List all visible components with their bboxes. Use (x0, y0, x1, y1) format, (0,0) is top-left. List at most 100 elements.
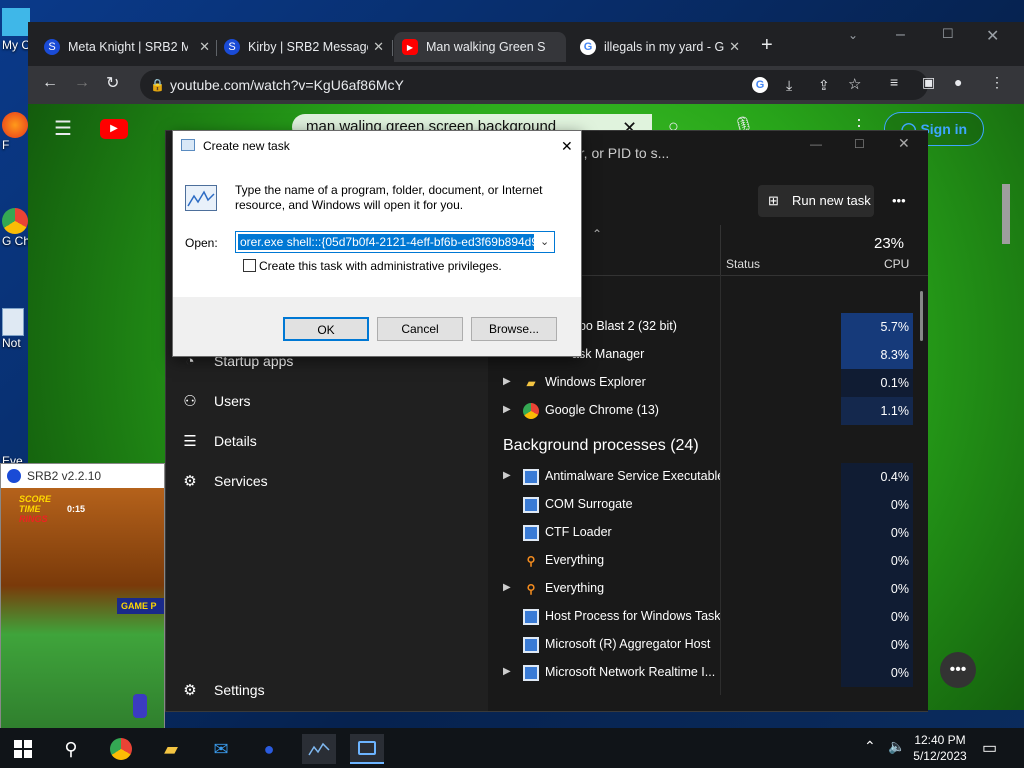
desktop-icon-firefox[interactable]: F (2, 112, 30, 170)
desktop-icon-chrome[interactable]: G Ch (2, 208, 30, 288)
expand-chevron-icon[interactable]: ▶ (503, 404, 511, 415)
process-row[interactable]: ▶ ▰ Windows Explorer 0.1% (488, 369, 913, 397)
hud-labels: SCORE TIME RINGS (19, 494, 51, 524)
back-icon[interactable]: ← (42, 74, 58, 92)
nav-users[interactable]: ⚇ Users (180, 389, 250, 413)
browse-button[interactable]: Browse... (471, 317, 557, 341)
new-tab-button[interactable]: + (761, 34, 773, 57)
process-cpu: 0% (841, 547, 913, 575)
process-list-scrollbar[interactable] (920, 291, 923, 341)
ok-button[interactable]: OK (283, 317, 369, 341)
close-icon[interactable]: ✕ (373, 39, 384, 55)
sort-chevron-icon[interactable]: ⌃ (592, 227, 602, 241)
hud-rings: RINGS (19, 514, 48, 524)
tm-minimize-icon[interactable]: — (810, 137, 822, 151)
task-manager-search[interactable]: er, or PID to s... (572, 139, 722, 167)
nav-settings[interactable]: ⚙ Settings (180, 678, 264, 702)
chevron-up-icon[interactable]: ⌃ (864, 738, 876, 755)
mail-icon[interactable]: ✉ (204, 734, 238, 764)
process-icon (523, 637, 539, 653)
cpu-column-header[interactable]: CPU (884, 257, 909, 271)
desktop-icon-label: My C (2, 38, 30, 52)
chrome-icon (523, 403, 539, 419)
google-lens-icon[interactable]: G (752, 77, 768, 93)
process-row[interactable]: ▶ ⚲ Everything 0% (488, 575, 913, 603)
close-icon[interactable]: ✕ (729, 39, 740, 55)
youtube-logo-icon[interactable]: ▶ (100, 119, 128, 139)
process-row[interactable]: ⚲ Everything 0% (488, 547, 913, 575)
desktop-icon-notepad[interactable]: Not (2, 308, 30, 368)
forward-icon[interactable]: → (74, 74, 90, 92)
tm-maximize-icon[interactable]: ☐ (854, 137, 865, 151)
install-icon[interactable]: ⤓ (786, 70, 792, 100)
more-options-icon[interactable]: ••• (892, 193, 906, 208)
search-icon[interactable]: ⚲ (54, 734, 88, 764)
admin-privileges-label: Create this task with administrative pri… (259, 259, 502, 273)
side-panel-icon[interactable]: ▣ (922, 74, 935, 91)
expand-chevron-icon[interactable]: ▶ (503, 470, 511, 481)
minimize-icon[interactable]: – (896, 26, 905, 44)
process-row[interactable]: ▶ Antimalware Service Executable 0.4% (488, 463, 913, 491)
nav-services[interactable]: ⚙ Services (180, 469, 267, 493)
column-divider (720, 225, 721, 275)
tab-illegals[interactable]: G illegals in my yard - G ✕ (580, 32, 740, 62)
file-explorer-icon[interactable]: ▰ (154, 734, 188, 764)
close-icon[interactable]: ✕ (199, 39, 210, 55)
volume-icon[interactable]: 🔈 (888, 738, 905, 755)
process-cpu: 0% (841, 659, 913, 687)
process-cpu: 0% (841, 491, 913, 519)
clock[interactable]: 12:40 PM 5/12/2023 (912, 732, 968, 764)
dialog-description: Type the name of a program, folder, docu… (235, 183, 543, 212)
process-row[interactable]: Host Process for Windows Tasks 0% (488, 603, 913, 631)
admin-privileges-checkbox[interactable] (243, 259, 256, 272)
vertical-scrollbar[interactable] (1002, 184, 1010, 244)
srb2-icon[interactable]: ● (252, 734, 286, 764)
status-column-header[interactable]: Status (726, 257, 760, 271)
hud-time: TIME (19, 504, 41, 514)
process-row[interactable]: ▶ Google Chrome (13) 1.1% (488, 397, 913, 425)
cancel-button[interactable]: Cancel (377, 317, 463, 341)
share-icon[interactable]: ⇪ (818, 70, 830, 100)
open-combobox[interactable]: orer.exe shell:::{05d7b0f4-2121-4eff-bf6… (235, 231, 555, 253)
hamburger-menu-icon[interactable]: ☰ (54, 116, 72, 141)
process-row[interactable]: Microsoft (R) Aggregator Host 0% (488, 631, 913, 659)
game-viewport[interactable]: SCORE TIME RINGS 0:15 GAME P (1, 488, 164, 732)
run-icon[interactable] (350, 734, 384, 764)
tab-kirby[interactable]: S Kirby | SRB2 Message ✕ (224, 32, 384, 62)
more-actions-button[interactable]: ••• (940, 652, 976, 688)
expand-chevron-icon[interactable]: ▶ (503, 666, 511, 677)
tm-close-icon[interactable]: ✕ (898, 135, 910, 152)
hud-time-value: 0:15 (67, 504, 86, 514)
task-manager-icon[interactable] (302, 734, 336, 764)
tab-meta-knight[interactable]: S Meta Knight | SRB2 M ✕ (44, 32, 210, 62)
open-label: Open: (185, 236, 218, 250)
media-control-icon[interactable]: ≡ (890, 74, 898, 90)
chrome-icon[interactable] (104, 734, 138, 764)
expand-chevron-icon[interactable]: ▶ (503, 376, 511, 387)
reload-icon[interactable]: ↻ (106, 73, 119, 93)
desktop-icon-this-pc[interactable]: My C (2, 8, 30, 58)
process-row[interactable]: COM Surrogate 0% (488, 491, 913, 519)
close-window-icon[interactable]: ✕ (986, 26, 999, 46)
menu-kebab-icon[interactable]: ⋮ (990, 74, 1004, 91)
new-task-icon: ⊞ (768, 193, 779, 208)
address-bar[interactable]: 🔒 youtube.com/watch?v=KgU6af86McY G ⤓ ⇪ … (140, 70, 928, 100)
maximize-icon[interactable]: ☐ (942, 26, 954, 42)
nav-details[interactable]: ☰ Details (180, 429, 257, 453)
dialog-close-icon[interactable]: ✕ (561, 131, 573, 161)
desktop-icon-everything[interactable]: Eve (2, 436, 30, 468)
expand-chevron-icon[interactable]: ▶ (503, 582, 511, 593)
process-name: COM Surrogate (545, 497, 633, 511)
process-row[interactable]: ▶ Microsoft Network Realtime I... 0% (488, 659, 913, 687)
notification-icon[interactable]: ▭ (982, 738, 997, 758)
bookmark-star-icon[interactable]: ☆ (848, 70, 861, 100)
settings-icon: ⚙ (183, 682, 197, 699)
start-icon[interactable] (6, 734, 40, 764)
profile-icon[interactable]: ● (954, 74, 962, 90)
process-row[interactable]: CTF Loader 0% (488, 519, 913, 547)
tab-man-walking[interactable]: ▶ Man walking Green S (394, 32, 566, 62)
dropdown-chevron-icon[interactable]: ⌄ (540, 235, 549, 248)
chevron-down-icon[interactable]: ⌄ (848, 28, 858, 42)
create-new-task-dialog: Create new task ✕ Type the name of a pro… (172, 130, 582, 357)
run-new-task-button[interactable]: ⊞ Run new task (758, 185, 874, 217)
